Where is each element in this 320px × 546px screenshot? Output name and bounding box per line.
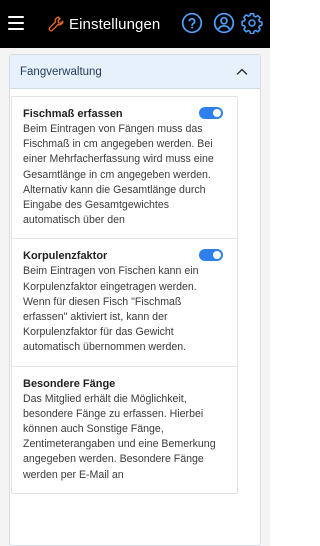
setting-description: Beim Eintragen von Fischen kann ein Korp… — [23, 265, 199, 354]
setting-title: Fischmaß erfassen — [23, 108, 123, 120]
setting-title: Besondere Fänge — [23, 377, 116, 390]
hamburger-menu-icon[interactable] — [8, 16, 24, 30]
panel-title: Fangverwaltung — [20, 65, 102, 78]
setting-title: Korpulenzfaktor — [23, 250, 108, 263]
setting-fischmass: Fischmaß erfassen Beim Eintragen von Fän… — [12, 97, 237, 240]
korpulenzfaktor-toggle[interactable] — [199, 249, 223, 262]
setting-korpulenzfaktor: Korpulenzfaktor Beim Eintragen von Fisch… — [12, 239, 237, 367]
user-icon[interactable] — [213, 12, 235, 34]
toggle-knob — [213, 109, 221, 117]
chevron-up-icon[interactable] — [236, 66, 248, 78]
settings-list: Fischmaß erfassen Beim Eintragen von Fän… — [11, 96, 238, 494]
fischmass-toggle[interactable] — [199, 107, 223, 119]
settings-page: Fangverwaltung Fischmaß erfassen Beim Ei… — [0, 48, 270, 546]
wrench-icon — [48, 16, 64, 32]
setting-description: Beim Eintragen von Fängen muss das Fisch… — [23, 123, 214, 227]
setting-besondere-faenge: Besondere Fänge Das Mitglied erhält die … — [12, 367, 237, 493]
gear-icon[interactable] — [241, 12, 263, 34]
page-title: Einstellungen — [69, 15, 161, 33]
help-icon[interactable] — [181, 12, 203, 34]
toggle-knob — [213, 251, 221, 260]
page-title-area: Einstellungen — [48, 12, 160, 36]
setting-description: Das Mitglied erhält die Möglichkeit, bes… — [23, 392, 216, 481]
panel-header[interactable]: Fangverwaltung — [10, 55, 260, 89]
top-app-bar: Einstellungen — [0, 0, 270, 48]
